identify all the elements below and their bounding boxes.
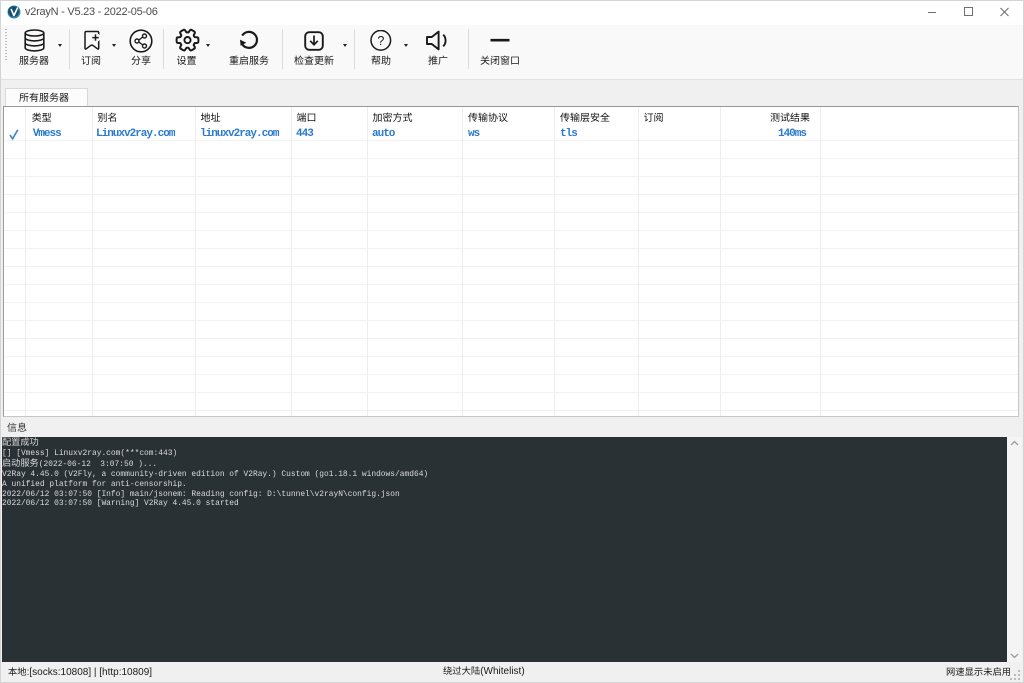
svg-text:?: ? bbox=[377, 34, 384, 48]
